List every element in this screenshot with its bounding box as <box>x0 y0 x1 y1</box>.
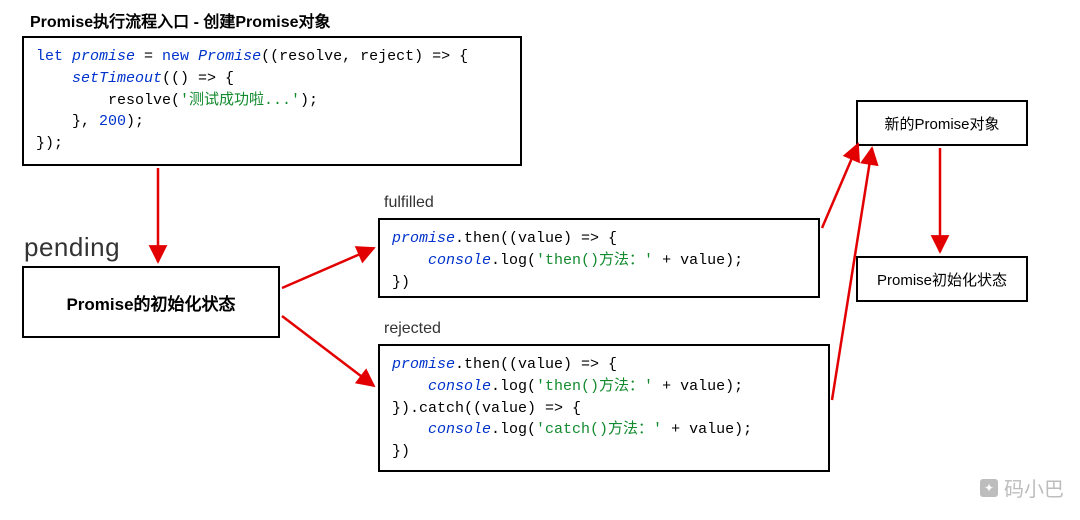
watermark-text: 码小巴 <box>1004 473 1064 502</box>
code-create-promise: let promise = new Promise((resolve, reje… <box>22 36 522 166</box>
pending-label: pending <box>24 232 120 263</box>
wechat-icon: ✦ <box>980 479 998 497</box>
code-fulfilled: promise.then((value) => { console.log('t… <box>378 218 820 298</box>
code-rejected: promise.then((value) => { console.log('t… <box>378 344 830 472</box>
watermark: ✦ 码小巴 <box>980 473 1064 502</box>
new-promise-text: 新的Promise对象 <box>884 113 999 134</box>
fulfilled-label: fulfilled <box>384 194 434 212</box>
init-state-box: Promise初始化状态 <box>856 256 1028 302</box>
state-initial-box: Promise的初始化状态 <box>22 266 280 338</box>
new-promise-box: 新的Promise对象 <box>856 100 1028 146</box>
state-initial-text: Promise的初始化状态 <box>66 290 235 315</box>
rejected-label: rejected <box>384 320 441 338</box>
diagram-title: Promise执行流程入口 - 创建Promise对象 <box>30 8 331 32</box>
diagram-stage: Promise执行流程入口 - 创建Promise对象 let promise … <box>0 0 1080 520</box>
init-state-text: Promise初始化状态 <box>877 269 1007 290</box>
